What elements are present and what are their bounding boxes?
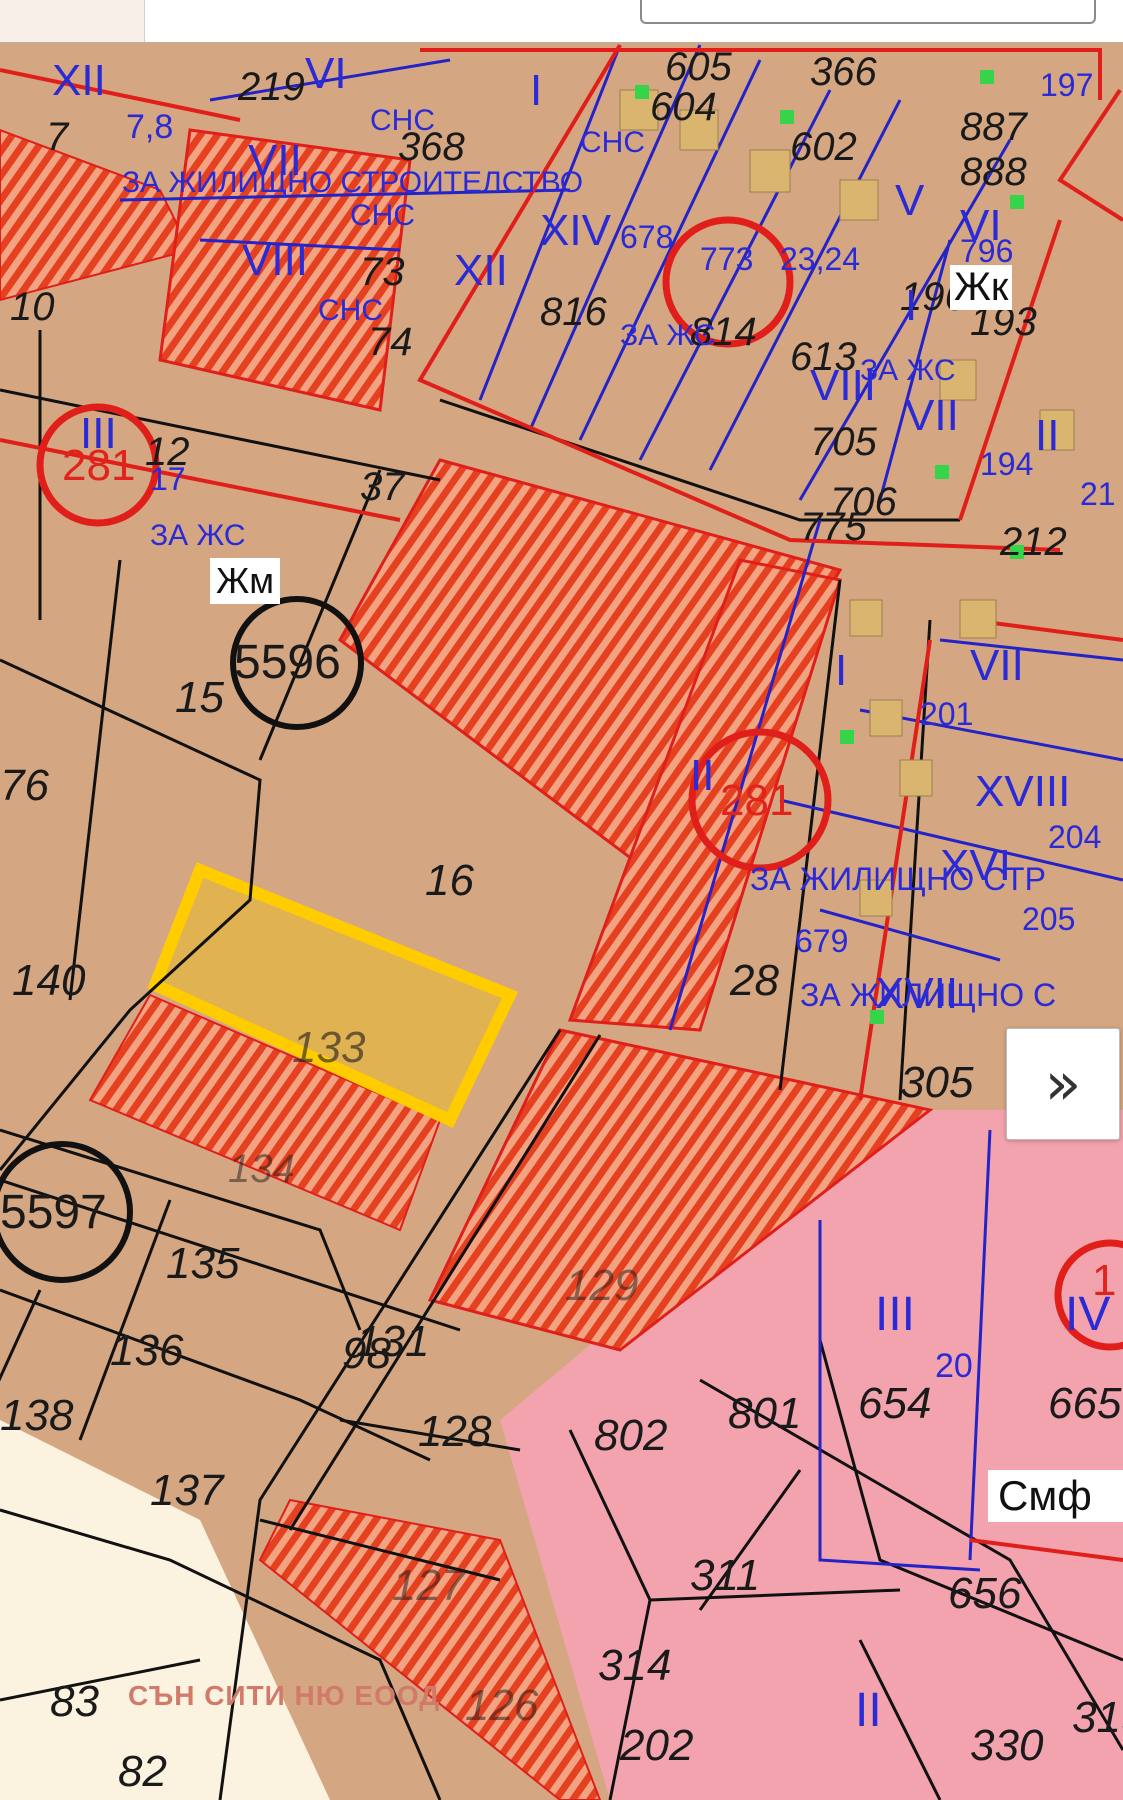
parcel-number: 126 <box>465 1681 539 1730</box>
top-toolbar <box>0 0 1123 43</box>
parcel-number: 76 <box>0 761 49 810</box>
zone-numeral: I <box>905 281 917 330</box>
parcel-number: 131 <box>356 1317 429 1366</box>
parcel-number: 305 <box>900 1058 974 1107</box>
zone-tag-zhm: Жм <box>210 558 280 604</box>
zone-number-small: 17 <box>150 461 186 497</box>
parcel-number: 133 <box>292 1023 366 1072</box>
parcel-number: 706 <box>830 480 897 524</box>
toolbar-left-strip <box>0 0 145 42</box>
expand-panel-button[interactable]: » <box>1006 1028 1120 1140</box>
zone-label: ЗА ЖИЛИЩНО СТР <box>750 861 1046 897</box>
zone-label: СНС <box>370 104 435 137</box>
parcel-number: 134 <box>228 1147 295 1191</box>
parcel-number: 128 <box>418 1407 492 1456</box>
zone-number-small: 678 <box>620 219 673 255</box>
parcel-number: 212 <box>999 520 1067 564</box>
zone-numeral: XII <box>52 56 106 105</box>
zone-label: СНС <box>350 199 415 232</box>
zone-number-small: 201 <box>920 696 973 732</box>
zone-number-small: 197 <box>1040 67 1093 103</box>
parcel-number: 311 <box>690 1551 760 1600</box>
parcel-number: 138 <box>0 1391 74 1440</box>
zone-numeral: XVIII <box>975 767 1070 816</box>
survey-number-5596: 5596 <box>234 636 341 689</box>
parcel-number: 705 <box>810 420 877 464</box>
parcel-number: 330 <box>970 1721 1044 1770</box>
zone-numeral: III <box>875 1288 915 1341</box>
parcel-number: 802 <box>594 1411 667 1460</box>
zone-numeral: VIII <box>242 236 308 285</box>
parcel-number: 16 <box>425 856 474 905</box>
zone-number-small: 21 <box>1080 476 1116 512</box>
zone-number-small: 23,24 <box>780 241 860 277</box>
zone-label: ЗА ЖИЛИЩНО СТРОИТЕЛСТВО <box>122 166 583 199</box>
parcel-number: 15 <box>175 673 224 722</box>
zone-number-small: 20 <box>935 1347 973 1385</box>
zone-circle-number: 1 <box>1092 1256 1116 1305</box>
zone-numeral: VII <box>905 391 959 440</box>
zone-label: ЗА ЖС <box>860 354 956 387</box>
zone-numeral: II <box>690 751 714 800</box>
parcel-number: 202 <box>619 1721 693 1770</box>
zone-numeral: I <box>530 66 542 115</box>
parcel-number: 888 <box>960 150 1027 194</box>
parcel-number: 7 <box>46 115 70 159</box>
survey-number-5597: 5597 <box>0 1186 107 1239</box>
parcel-number: 656 <box>948 1569 1022 1618</box>
parcel-number: 137 <box>150 1466 225 1515</box>
parcel-number: 887 <box>960 105 1028 149</box>
search-input[interactable] <box>640 0 1096 24</box>
zone-numeral: V <box>895 176 925 225</box>
zone-label: СНС <box>580 126 645 159</box>
zone-numeral: I <box>835 646 847 695</box>
zone-numeral: XII <box>454 246 508 295</box>
zone-number-small: 205 <box>1022 901 1075 937</box>
parcel-number: 816 <box>540 290 607 334</box>
parcel-number: 83 <box>50 1677 99 1726</box>
parcel-number: 10 <box>10 285 55 329</box>
parcel-number: 135 <box>166 1239 240 1288</box>
zone-numeral: XIV <box>540 206 612 255</box>
parcel-number: 801 <box>728 1389 801 1438</box>
parcel-number: 136 <box>110 1326 184 1375</box>
zone-numeral: II <box>855 1684 882 1737</box>
zone-number-small: 796 <box>960 233 1013 269</box>
zone-numeral: II <box>1035 411 1059 460</box>
watermark-text: СЪН СИТИ НЮ ЕООД <box>128 1680 441 1711</box>
parcel-number: 366 <box>810 50 877 94</box>
parcel-number: 654 <box>858 1379 931 1428</box>
zone-numeral: VI <box>305 49 347 98</box>
zone-numeral: VII <box>970 641 1024 690</box>
parcel-number: 82 <box>118 1747 167 1796</box>
zone-tag-zhk: Жк <box>950 265 1013 310</box>
parcel-number: 73 <box>360 250 405 294</box>
zone-circle-number: 281 <box>62 441 135 490</box>
parcel-number: 602 <box>790 125 857 169</box>
zone-circle-number: 281 <box>720 776 793 825</box>
parcel-number: 140 <box>12 956 86 1005</box>
zone-tag-smf: Смф <box>988 1470 1123 1522</box>
zone-number-small: 773 <box>700 241 753 277</box>
zone-label: СНС <box>318 294 383 327</box>
zone-number-small: 7,8 <box>126 108 173 146</box>
parcel-number: 127 <box>392 1561 467 1610</box>
parcel-number: 605 <box>665 45 732 89</box>
parcel-number: 665 <box>1048 1379 1122 1428</box>
zone-number-small: 194 <box>980 446 1033 482</box>
parcel-number: 28 <box>729 956 779 1005</box>
zone-label: ЗА ЖИЛИЩНО С <box>800 977 1056 1013</box>
parcel-number: 129 <box>565 1261 638 1310</box>
parcel-number: 37 <box>360 465 406 509</box>
parcel-number: 604 <box>650 85 717 129</box>
zone-label: ЗА ЖС <box>150 519 246 552</box>
zone-number-small: 679 <box>795 923 848 959</box>
parcel-number: 314 <box>598 1641 671 1690</box>
zone-label: ЗА ЖС <box>620 319 716 352</box>
parcel-number: 219 <box>237 65 305 109</box>
parcel-number: 319 <box>1072 1693 1123 1742</box>
zone-number-small: 204 <box>1048 819 1101 855</box>
